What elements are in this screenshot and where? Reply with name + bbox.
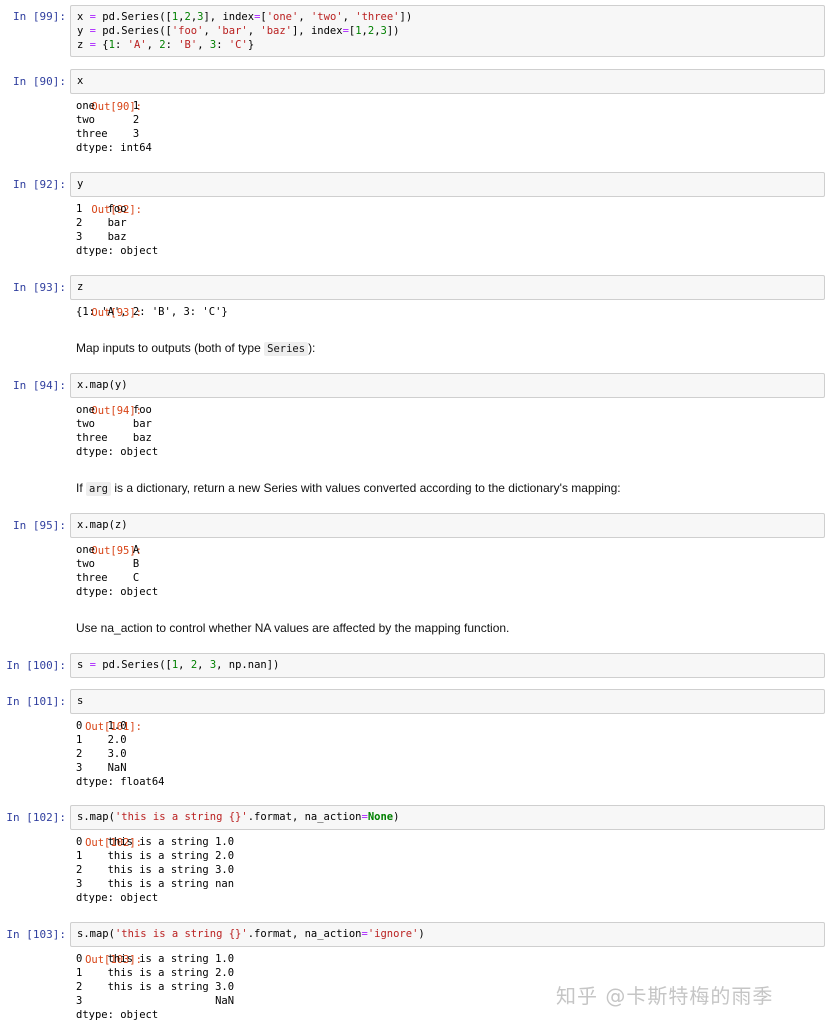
in-prompt-92: In [92]: (13, 178, 66, 191)
code-cell-101[interactable]: s (70, 689, 825, 714)
code-line-2: y = pd.Series(['foo', 'bar', 'baz'], ind… (77, 25, 400, 37)
in-prompt-90: In [90]: (13, 75, 66, 88)
in-prompt-100: In [100]: (6, 659, 66, 672)
code-cell-93[interactable]: z (70, 275, 825, 300)
code-text: z (77, 281, 84, 293)
output-text: one 1 two 2 three 3 dtype: int64 (76, 100, 152, 154)
in-prompt-101: In [101]: (6, 695, 66, 708)
code-text: s.map('this is a string {}'.format, na_a… (77, 928, 425, 940)
output-text: 0 1.0 1 2.0 2 3.0 3 NaN dtype: float64 (76, 720, 165, 788)
md-text: ): (308, 341, 316, 355)
code-text: x.map(y) (77, 379, 128, 391)
output-text: 1 foo 2 bar 3 baz dtype: object (76, 203, 159, 257)
markdown-na-action: Use na_action to control whether NA valu… (76, 621, 510, 635)
code-text: x (77, 75, 84, 87)
code-text: s = pd.Series([1, 2, 3, np.nan]) (77, 659, 280, 671)
md-text: is a dictionary, return a new Series wit… (110, 481, 621, 495)
md-text: Map inputs to outputs (both of type (76, 341, 265, 355)
in-prompt-103: In [103]: (6, 928, 66, 941)
md-text: If (76, 481, 87, 495)
code-text: x.map(z) (77, 519, 128, 531)
inline-code: Series (264, 342, 309, 356)
code-cell-94[interactable]: x.map(y) (70, 373, 825, 398)
code-cell-99[interactable]: x = pd.Series([1,2,3], index=['one', 'tw… (70, 5, 825, 57)
in-prompt-94: In [94]: (13, 379, 66, 392)
code-line-3: z = {1: 'A', 2: 'B', 3: 'C'} (77, 39, 255, 51)
code-text: s (77, 695, 84, 707)
code-cell-95[interactable]: x.map(z) (70, 513, 825, 538)
code-cell-90[interactable]: x (70, 69, 825, 94)
inline-code: arg (86, 482, 111, 496)
code-cell-103[interactable]: s.map('this is a string {}'.format, na_a… (70, 922, 825, 947)
code-text: y (77, 178, 84, 190)
output-text: 0 this is a string 1.0 1 this is a strin… (76, 953, 235, 1021)
output-text: one foo two bar three baz dtype: object (76, 404, 159, 458)
output-text: one A two B three C dtype: object (76, 544, 159, 598)
in-prompt-102: In [102]: (6, 811, 66, 824)
in-prompt-95: In [95]: (13, 519, 66, 532)
code-cell-100[interactable]: s = pd.Series([1, 2, 3, np.nan]) (70, 653, 825, 678)
code-text: s.map('this is a string {}'.format, na_a… (77, 811, 400, 823)
watermark: 知乎 @卡斯特梅的雨季 (556, 984, 774, 1008)
in-prompt-93: In [93]: (13, 281, 66, 294)
output-text: 0 this is a string 1.0 1 this is a strin… (76, 836, 235, 904)
code-text: x = pd.Series([1,2,3], index=['one', 'tw… (77, 10, 412, 52)
markdown-if-arg: If arg is a dictionary, return a new Ser… (76, 481, 621, 496)
code-line-1: x = pd.Series([1,2,3], index=['one', 'tw… (77, 11, 413, 23)
code-cell-92[interactable]: y (70, 172, 825, 197)
output-text: {1: 'A', 2: 'B', 3: 'C'} (76, 306, 228, 318)
markdown-map-inputs: Map inputs to outputs (both of type Seri… (76, 341, 316, 356)
in-prompt-99: In [99]: (13, 10, 66, 23)
code-cell-102[interactable]: s.map('this is a string {}'.format, na_a… (70, 805, 825, 830)
